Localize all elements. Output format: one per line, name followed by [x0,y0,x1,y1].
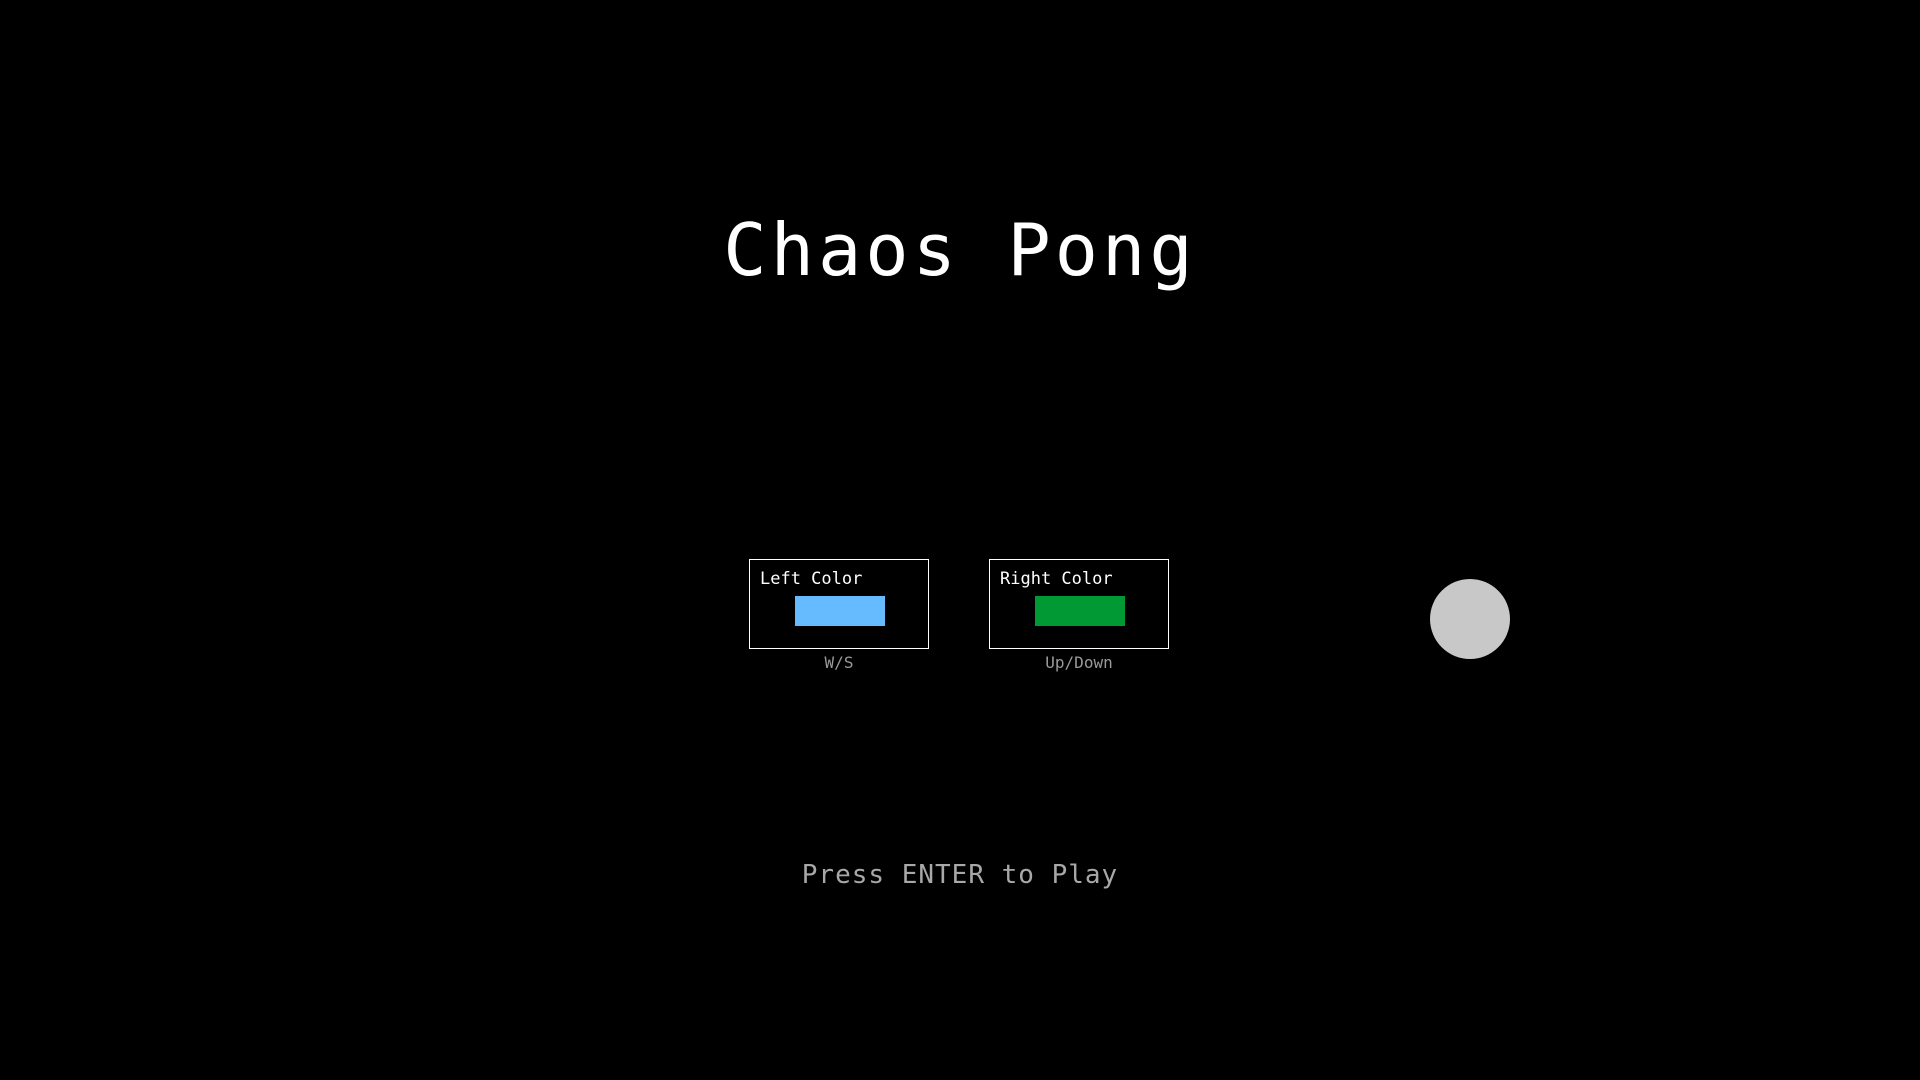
right-color-swatch[interactable] [1035,596,1125,626]
press-enter-prompt: Press ENTER to Play [801,860,1119,890]
game-title: Chaos Pong [723,208,1197,292]
right-color-label: Right Color [1000,569,1113,589]
right-color-panel[interactable]: Right Color [989,559,1169,649]
right-controls-hint: Up/Down [1045,653,1113,672]
left-color-swatch[interactable] [795,596,885,626]
left-color-panel[interactable]: Left Color [749,559,929,649]
left-controls-hint: W/S [824,653,854,672]
game-screen: Chaos Pong Left Color W/S Right Color Up… [0,0,1920,1080]
pong-ball [1430,579,1510,659]
left-color-label: Left Color [760,569,863,589]
